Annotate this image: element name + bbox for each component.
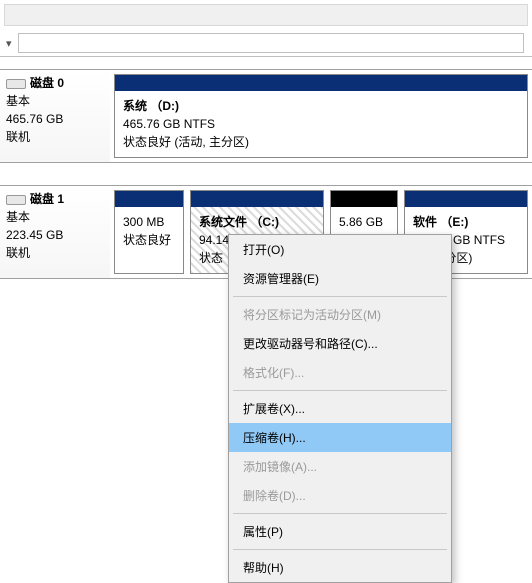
volume-name: 软件 （E:) xyxy=(413,213,519,231)
disk-info[interactable]: 磁盘 1 基本 223.45 GB 联机 xyxy=(0,186,110,278)
menu-separator xyxy=(233,549,447,550)
toolbar-field[interactable] xyxy=(18,33,524,53)
volume-line: 5.86 GB xyxy=(339,213,389,231)
disk-icon xyxy=(6,195,26,205)
volume-line: 状态良好 xyxy=(123,231,175,249)
disk-status: 联机 xyxy=(6,244,104,262)
volume-line: 状态良好 (活动, 主分区) xyxy=(123,133,519,151)
disk-type: 基本 xyxy=(6,208,104,226)
volume-header xyxy=(331,191,397,207)
volume-line: 465.76 GB NTFS xyxy=(123,115,519,133)
menu-separator xyxy=(233,390,447,391)
disk-info[interactable]: 磁盘 0 基本 465.76 GB 联机 xyxy=(0,70,110,162)
volume-line: 300 MB xyxy=(123,213,175,231)
disk-icon xyxy=(6,79,26,89)
menu-delete-volume: 删除卷(D)... xyxy=(229,481,451,510)
volume[interactable]: 系统 （D:) 465.76 GB NTFS 状态良好 (活动, 主分区) xyxy=(114,74,528,158)
volume-header xyxy=(191,191,323,207)
menu-help[interactable]: 帮助(H) xyxy=(229,553,451,582)
disk-name: 磁盘 1 xyxy=(30,192,64,206)
menu-properties[interactable]: 属性(P) xyxy=(229,517,451,546)
disk-size: 223.45 GB xyxy=(6,226,104,244)
volume[interactable]: 300 MB 状态良好 xyxy=(114,190,184,274)
disk-name: 磁盘 0 xyxy=(30,76,64,90)
disk-row: 磁盘 0 基本 465.76 GB 联机 系统 （D:) 465.76 GB N… xyxy=(0,69,532,163)
toolbar-strip xyxy=(4,4,528,26)
menu-extend[interactable]: 扩展卷(X)... xyxy=(229,394,451,423)
menu-shrink[interactable]: 压缩卷(H)... xyxy=(229,423,451,452)
volume-header xyxy=(115,75,527,91)
menu-explorer[interactable]: 资源管理器(E) xyxy=(229,264,451,293)
menu-separator xyxy=(233,296,447,297)
volume-name: 系统文件 （C:) xyxy=(199,213,315,231)
disk-size: 465.76 GB xyxy=(6,110,104,128)
disk-type: 基本 xyxy=(6,92,104,110)
volume-name: 系统 （D:) xyxy=(123,97,519,115)
context-menu: 打开(O) 资源管理器(E) 将分区标记为活动分区(M) 更改驱动器号和路径(C… xyxy=(228,234,452,583)
disk-status: 联机 xyxy=(6,128,104,146)
menu-mark-active: 将分区标记为活动分区(M) xyxy=(229,300,451,329)
menu-separator xyxy=(233,513,447,514)
volume-header xyxy=(115,191,183,207)
toolbar-row: ▾ xyxy=(0,30,532,57)
chevron-down-icon[interactable]: ▾ xyxy=(6,37,12,50)
volumes: 系统 （D:) 465.76 GB NTFS 状态良好 (活动, 主分区) xyxy=(110,70,532,162)
menu-add-mirror: 添加镜像(A)... xyxy=(229,452,451,481)
volume-header xyxy=(405,191,527,207)
menu-change-letter[interactable]: 更改驱动器号和路径(C)... xyxy=(229,329,451,358)
menu-format: 格式化(F)... xyxy=(229,358,451,387)
menu-open[interactable]: 打开(O) xyxy=(229,235,451,264)
